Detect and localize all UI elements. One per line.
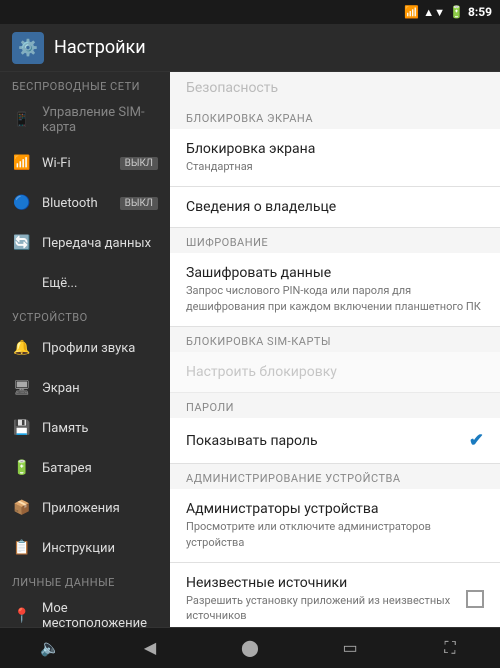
content-item-encrypt[interactable]: Зашифровать данные Запрос числового PIN-… (170, 253, 500, 327)
show-password-checkmark: ✔ (469, 430, 484, 451)
apps-icon: 📦 (12, 498, 32, 518)
unknown-sources-row: Неизвестные источники Разрешить установк… (186, 575, 484, 624)
main-layout: БЕСПРОВОДНЫЕ СЕТИ 📱 Управление SIM-карта… (0, 72, 500, 627)
sidebar-item-label-battery: Батарея (42, 461, 158, 476)
screen-lock-subtitle: Стандартная (186, 159, 484, 174)
sidebar-item-battery[interactable]: 🔋 Батарея (0, 448, 170, 488)
bluetooth-toggle-badge: ВЫКЛ (120, 197, 158, 210)
expand-button[interactable]: ⛶ (420, 628, 480, 668)
battery-sidebar-icon: 🔋 (12, 458, 32, 478)
content-section-encryption: ШИФРОВАНИЕ (170, 228, 500, 253)
sidebar-item-sound[interactable]: 🔔 Профили звука (0, 328, 170, 368)
content-section-sim-lock: БЛОКИРОВКА SIM-КАРТЫ (170, 327, 500, 352)
memory-icon: 💾 (12, 418, 32, 438)
content-top-title: Безопасность (170, 72, 500, 104)
screen-lock-title: Блокировка экрана (186, 141, 484, 157)
status-bar: 📶 ▲▼ 🔋 8:59 (0, 0, 500, 24)
unknown-sources-subtitle: Разрешить установку приложений из неизве… (186, 593, 466, 624)
sidebar-item-label-apps: Приложения (42, 501, 158, 516)
show-password-row: Показывать пароль ✔ (186, 430, 484, 451)
content-item-owner-info[interactable]: Сведения о владельце (170, 187, 500, 228)
section-label-wireless: БЕСПРОВОДНЫЕ СЕТИ (0, 72, 170, 97)
status-icons: 📶 ▲▼ 🔋 8:59 (404, 5, 492, 19)
data-icon: 🔄 (12, 233, 32, 253)
sidebar-item-label-bluetooth: Bluetooth (42, 196, 110, 211)
wifi-toggle-badge: ВЫКЛ (120, 157, 158, 170)
sidebar-item-apps[interactable]: 📦 Приложения (0, 488, 170, 528)
owner-info-title: Сведения о владельце (186, 199, 484, 215)
unknown-sources-checkbox[interactable] (466, 590, 484, 608)
content-area: Безопасность БЛОКИРОВКА ЭКРАНА Блокировк… (170, 72, 500, 627)
battery-icon: 🔋 (449, 5, 464, 19)
location-icon: 📍 (12, 606, 32, 626)
sidebar-item-data[interactable]: 🔄 Передача данных (0, 223, 170, 263)
sidebar-item-instructions[interactable]: 📋 Инструкции (0, 528, 170, 568)
instructions-icon: 📋 (12, 538, 32, 558)
page-title: Настройки (54, 37, 146, 58)
content-section-passwords: ПАРОЛИ (170, 393, 500, 418)
sidebar-item-label-sound: Профили звука (42, 341, 158, 356)
sidebar-item-label-memory: Память (42, 421, 158, 436)
sidebar-item-label-data: Передача данных (42, 236, 158, 251)
content-item-sim-lock: Настроить блокировку (170, 352, 500, 393)
sidebar-item-location[interactable]: 📍 Мое местоположение (0, 593, 170, 627)
content-section-admin: АДМИНИСТРИРОВАНИЕ УСТРОЙСТВА (170, 464, 500, 489)
section-label-personal: ЛИЧНЫЕ ДАННЫЕ (0, 568, 170, 593)
show-password-title: Показывать пароль (186, 433, 318, 449)
time-display: 8:59 (468, 5, 492, 19)
volume-down-button[interactable]: 🔈 (20, 628, 80, 668)
home-button[interactable]: ⬤ (220, 628, 280, 668)
signal-icon: 📶 (404, 5, 419, 19)
sidebar-item-display[interactable]: 🖥 Экран (0, 368, 170, 408)
sim-lock-title: Настроить блокировку (186, 364, 484, 380)
sidebar-item-memory[interactable]: 💾 Память (0, 408, 170, 448)
sidebar-item-more[interactable]: Ещё... (0, 263, 170, 303)
display-icon: 🖥 (12, 378, 32, 398)
wifi-icon: 📶 (12, 153, 32, 173)
sidebar-item-sim[interactable]: 📱 Управление SIM-карта (0, 97, 170, 143)
sidebar-item-label-display: Экран (42, 381, 158, 396)
bluetooth-icon: 🔵 (12, 193, 32, 213)
sidebar-item-label-wifi: Wi-Fi (42, 156, 110, 171)
sidebar: БЕСПРОВОДНЫЕ СЕТИ 📱 Управление SIM-карта… (0, 72, 170, 627)
sidebar-item-bluetooth[interactable]: 🔵 Bluetooth ВЫКЛ (0, 183, 170, 223)
title-bar: ⚙️ Настройки (0, 24, 500, 72)
content-item-unknown-sources[interactable]: Неизвестные источники Разрешить установк… (170, 563, 500, 627)
wifi-status-icon: ▲▼ (423, 6, 445, 19)
sidebar-item-wifi[interactable]: 📶 Wi-Fi ВЫКЛ (0, 143, 170, 183)
recent-button[interactable]: ▭ (320, 628, 380, 668)
more-icon (12, 273, 32, 293)
content-item-device-admin[interactable]: Администраторы устройства Просмотрите ил… (170, 489, 500, 563)
content-item-screen-lock[interactable]: Блокировка экрана Стандартная (170, 129, 500, 187)
unknown-sources-title: Неизвестные источники (186, 575, 466, 591)
sidebar-item-label-sim: Управление SIM-карта (42, 105, 158, 135)
encrypt-title: Зашифровать данные (186, 265, 484, 281)
sidebar-item-label-location: Мое местоположение (42, 601, 158, 627)
back-button[interactable]: ◀ (120, 628, 180, 668)
sidebar-item-label-instructions: Инструкции (42, 541, 158, 556)
nav-bar: 🔈 ◀ ⬤ ▭ ⛶ (0, 627, 500, 667)
encrypt-subtitle: Запрос числового PIN-кода или пароля для… (186, 283, 484, 314)
content-section-screen-lock: БЛОКИРОВКА ЭКРАНА (170, 104, 500, 129)
device-admin-title: Администраторы устройства (186, 501, 484, 517)
sidebar-item-label-more: Ещё... (42, 276, 158, 291)
sim-icon: 📱 (12, 110, 32, 130)
device-admin-subtitle: Просмотрите или отключите администраторо… (186, 519, 484, 550)
content-item-show-password[interactable]: Показывать пароль ✔ (170, 418, 500, 464)
sound-icon: 🔔 (12, 338, 32, 358)
section-label-device: УСТРОЙСТВО (0, 303, 170, 328)
settings-app-icon: ⚙️ (12, 32, 44, 64)
